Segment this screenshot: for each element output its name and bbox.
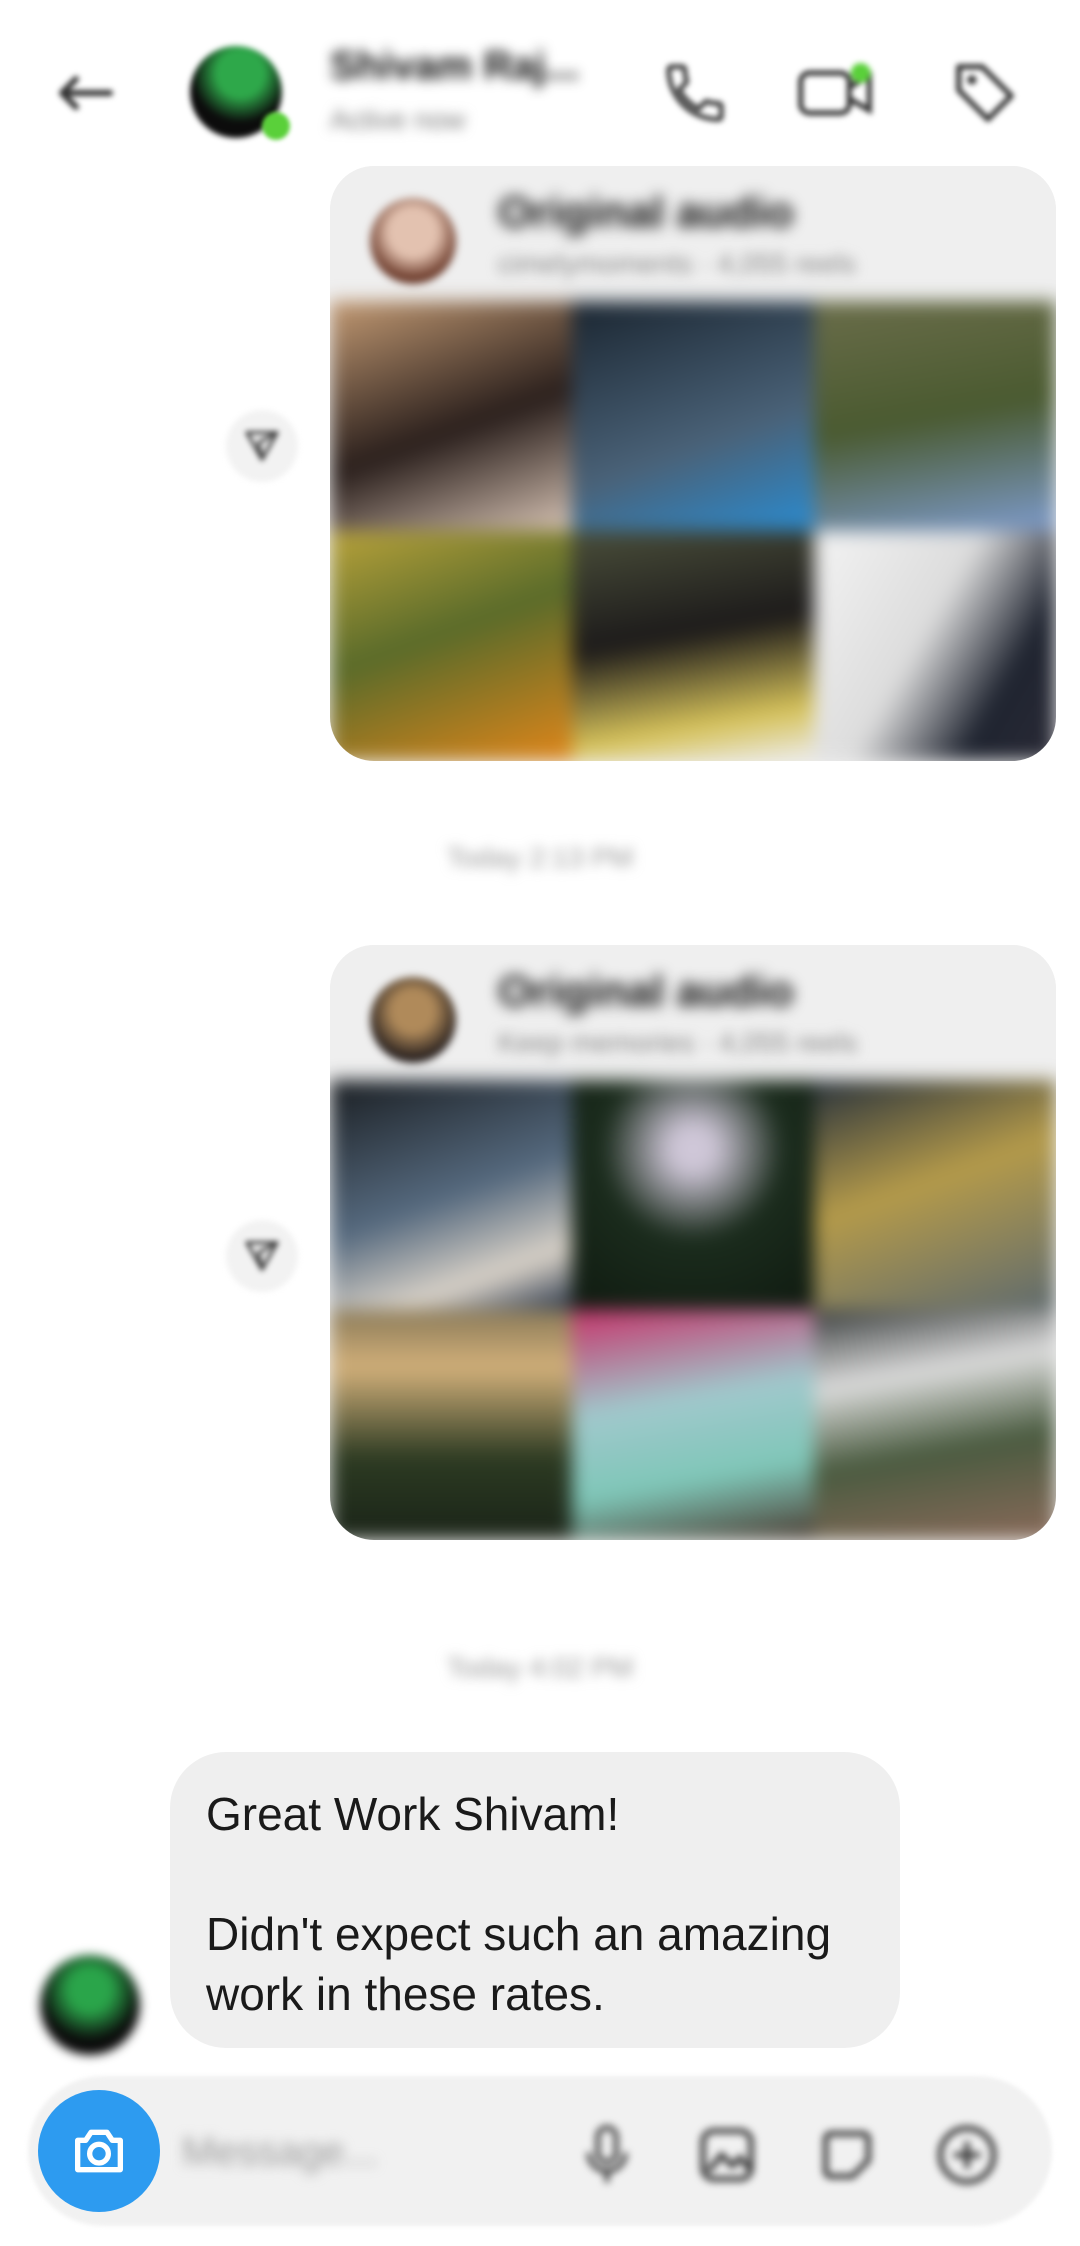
- thumbnail: [330, 301, 572, 531]
- back-arrow-icon[interactable]: [40, 58, 130, 128]
- message-text-line: work in these rates.: [206, 1968, 605, 2020]
- share-icon[interactable]: [226, 1220, 298, 1292]
- message-timestamp: Today 4:02 PM: [446, 1652, 634, 1683]
- thumbnail: [330, 531, 572, 761]
- shared-reel-post[interactable]: Original audio cimelymoments · 4,055 ree…: [330, 166, 1056, 761]
- post-header: Original audio Keep memories · 4,055 ree…: [330, 945, 1056, 1080]
- thumbnail: [572, 531, 814, 761]
- message-timestamp: Today 2:13 PM: [446, 842, 634, 873]
- online-indicator: [262, 112, 290, 140]
- message-text-line: Didn't expect such an amazing: [206, 1908, 832, 1960]
- share-icon[interactable]: [226, 410, 298, 482]
- contact-status: Active now: [330, 104, 466, 135]
- contact-name[interactable]: Shivam Raj...: [330, 44, 579, 89]
- chat-header: Shivam Raj... Active now: [0, 0, 1080, 170]
- shared-reel-post[interactable]: Original audio Keep memories · 4,055 ree…: [330, 945, 1056, 1540]
- post-subtitle: Keep memories · 4,055 reels: [498, 1027, 858, 1058]
- sticker-icon[interactable]: [802, 2110, 892, 2200]
- message-paragraph-gap: [206, 1844, 864, 1904]
- video-call-icon[interactable]: [790, 48, 880, 138]
- microphone-icon[interactable]: [562, 2110, 652, 2200]
- post-header: Original audio cimelymoments · 4,055 ree…: [330, 166, 1056, 301]
- post-subtitle: cimelymoments · 4,055 reels: [498, 248, 856, 279]
- message-text-line: Great Work Shivam!: [206, 1788, 620, 1840]
- post-thumbnail-grid: [330, 301, 1056, 761]
- message-input[interactable]: Message...: [182, 2130, 378, 2175]
- thumbnail: [814, 301, 1056, 531]
- thumbnail: [572, 1310, 814, 1540]
- thumbnail: [814, 1310, 1056, 1540]
- message-bubble[interactable]: Great Work Shivam! Didn't expect such an…: [170, 1752, 900, 2048]
- tag-icon[interactable]: [940, 48, 1030, 138]
- post-title: Original audio: [498, 967, 794, 1016]
- plus-icon[interactable]: [922, 2110, 1012, 2200]
- sender-avatar[interactable]: [40, 1955, 140, 2055]
- thumbnail: [572, 301, 814, 531]
- post-title: Original audio: [498, 188, 794, 237]
- thumbnail: [330, 1080, 572, 1310]
- post-thumbnail-grid: [330, 1080, 1056, 1540]
- phone-icon[interactable]: [650, 48, 740, 138]
- thumbnail: [814, 531, 1056, 761]
- post-author-avatar: [370, 198, 456, 284]
- post-author-avatar: [370, 977, 456, 1063]
- thumbnail: [330, 1310, 572, 1540]
- thumbnail: [814, 1080, 1056, 1310]
- thumbnail: [572, 1080, 814, 1310]
- gallery-icon[interactable]: [682, 2110, 772, 2200]
- camera-icon[interactable]: [38, 2090, 160, 2212]
